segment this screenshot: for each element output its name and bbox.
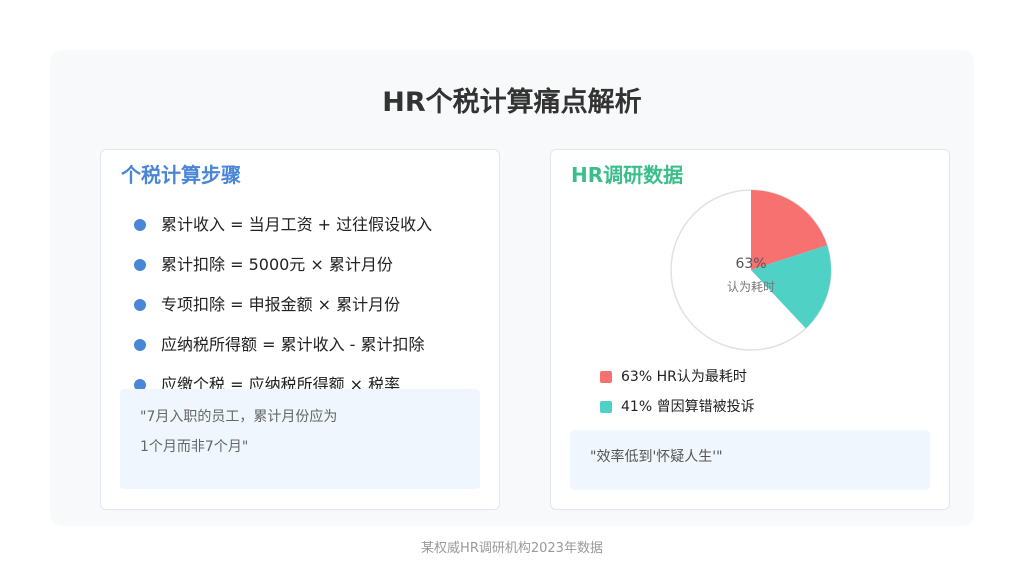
quote-line-1: "7月入职的员工，累计月份应为 — [140, 409, 338, 425]
step-text: 累计收入 = 当月工资 + 过往假设收入 — [161, 215, 433, 234]
tax-steps-title: 个税计算步骤 — [121, 163, 241, 187]
example-quote-box: "7月入职的员工，累计月份应为 1个月而非7个月" — [120, 389, 480, 489]
step-text: 应纳税所得额 = 累计收入 - 累计扣除 — [161, 335, 425, 354]
list-item: 累计收入 = 当月工资 + 过往假设收入 — [134, 210, 432, 250]
page-title: HR个税计算痛点解析 — [382, 87, 642, 118]
pie-center-value: 63% — [735, 256, 767, 272]
step-text: 累计扣除 = 5000元 × 累计月份 — [161, 255, 393, 274]
pie-center-label: 认为耗时 — [726, 280, 775, 294]
bullet-dot-icon — [134, 259, 146, 271]
survey-quote-text: "效率低到'怀疑人生'" — [590, 449, 723, 465]
legend-swatch — [600, 401, 612, 413]
list-item: 应纳税所得额 = 累计收入 - 累计扣除 — [134, 330, 432, 370]
bullet-dot-icon — [134, 299, 146, 311]
list-item: 累计扣除 = 5000元 × 累计月份 — [134, 250, 432, 290]
legend-item: 41% 曾因算错被投诉 — [600, 397, 755, 427]
chart-legend: 63% HR认为最耗时 41% 曾因算错被投诉 — [600, 367, 755, 427]
legend-label: 41% 曾因算错被投诉 — [621, 399, 755, 415]
list-item: 专项扣除 = 申报金额 × 累计月份 — [134, 290, 432, 330]
data-source-footer: 某权威HR调研机构2023年数据 — [421, 541, 603, 556]
survey-quote-box: "效率低到'怀疑人生'" — [570, 430, 930, 490]
legend-swatch — [600, 371, 612, 383]
tax-steps-card: 个税计算步骤 累计收入 = 当月工资 + 过往假设收入 累计扣除 = 5000元… — [100, 149, 500, 510]
tax-steps-list: 累计收入 = 当月工资 + 过往假设收入 累计扣除 = 5000元 × 累计月份… — [134, 210, 432, 410]
legend-item: 63% HR认为最耗时 — [600, 367, 755, 397]
quote-line-2: 1个月而非7个月" — [140, 439, 249, 455]
hr-survey-card: HR调研数据 63% 认为耗时 63% HR认为最耗时 41% 曾因算错被投诉 … — [550, 149, 950, 510]
step-text: 专项扣除 = 申报金额 × 累计月份 — [161, 295, 401, 314]
legend-label: 63% HR认为最耗时 — [621, 369, 747, 385]
bullet-dot-icon — [134, 219, 146, 231]
bullet-dot-icon — [134, 339, 146, 351]
hr-survey-title: HR调研数据 — [571, 163, 684, 187]
